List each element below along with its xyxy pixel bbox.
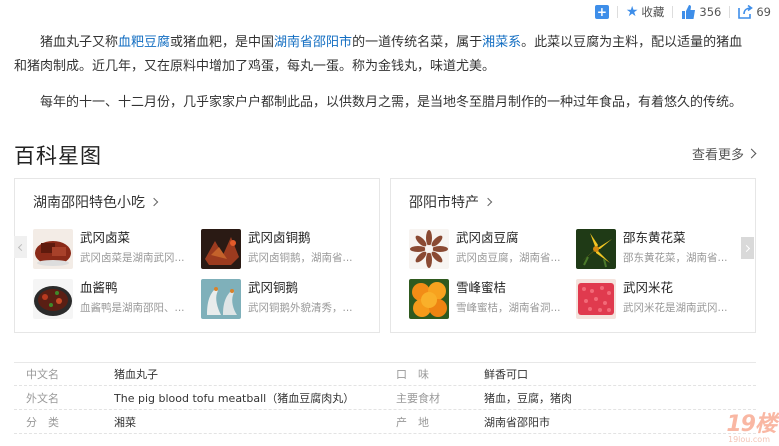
card-title: 血酱鸭 [80,280,118,295]
card-title: 雪峰蜜桔 [456,280,507,295]
chevron-right-icon [483,197,493,207]
text-segment: 猪血丸子又称 [40,35,119,50]
basic-info-table: 中文名 猪血丸子 口 味 鲜香可口 外文名 The pig blood tofu… [14,362,756,434]
food-thumbnail [576,279,616,319]
card-description: 武冈卤菜是湖南武冈... [80,252,185,264]
info-value: The pig blood tofu meatball（猪血豆腐肉丸） [114,391,355,405]
link-shaoyang[interactable]: 湖南省邵阳市 [274,35,352,50]
fruit-thumbnail [409,279,449,319]
card-description: 武冈米花是湖南武冈... [623,302,728,314]
chevron-right-icon [746,148,757,159]
card-description: 武冈铜鹅外貌清秀，... [248,302,353,314]
info-value: 猪血丸子 [114,368,158,381]
card-shaodong-huanghua[interactable]: 邵东黄花菜 邵东黄花菜，湖南省... [576,229,736,273]
star-map-panel-snacks: 湖南邵阳特色小吃 武冈卤菜 武冈卤菜是湖南武冈... 武冈卤铜鹅 武冈卤铜鹅，湖… [14,178,380,333]
info-key: 口 味 [396,368,429,381]
view-more-link[interactable]: 查看更多 [691,144,757,163]
card-xuefeng-miju[interactable]: 雪峰蜜桔 雪峰蜜桔，湖南省洞... [409,279,569,323]
card-wugang-luwei[interactable]: 武冈卤菜 武冈卤菜是湖南武冈... [33,229,193,273]
info-key: 外文名 [26,391,59,405]
share-count: 69 [756,5,771,19]
divider [729,6,731,18]
card-description: 邵东黄花菜，湖南省... [623,252,728,264]
info-value: 湘菜 [114,415,136,429]
food-thumbnail [201,229,241,269]
custom-paragraph: 每年的十一、十二月份，几乎家家户户都制此品，以供数月之需，是当地冬至腊月制作的一… [40,95,743,110]
card-wugang-tonge[interactable]: 武冈铜鹅 武冈铜鹅外貌清秀，... [201,279,361,323]
info-key: 产 地 [396,415,429,429]
card-wugang-lu-tonge[interactable]: 武冈卤铜鹅 武冈卤铜鹅，湖南省... [201,229,361,273]
star-map-panel-specialties: 邵阳市特产 武冈卤豆腐 武冈卤豆腐，湖南省... 邵东黄花菜 邵东黄花菜，湖南省… [390,178,756,333]
info-key: 分 类 [26,415,59,429]
info-value: 猪血，豆腐，猪肉 [484,391,572,405]
panel-title: 邵阳市特产 [409,195,479,211]
like-button[interactable]: 356 [681,5,721,19]
card-title: 武冈米花 [623,280,674,295]
link-xiang-cuisine[interactable]: 湘菜系 [482,35,521,50]
chevron-right-icon [742,244,751,252]
card-title: 武冈卤铜鹅 [248,230,311,245]
card-title: 邵东黄花菜 [623,230,686,245]
card-wugang-lu-doufu[interactable]: 武冈卤豆腐 武冈卤豆腐，湖南省... [409,229,569,273]
divider [616,6,618,18]
star-icon: ★ [625,4,639,20]
text-segment: 或猪血粑，是中国 [170,35,275,50]
panel-title-link[interactable]: 邵阳市特产 [409,192,493,212]
card-description: 武冈卤豆腐，湖南省... [456,252,561,264]
info-key: 中文名 [26,368,59,381]
carousel-next-button[interactable] [741,237,754,259]
watermark-logo: 19楼 19lou.com [684,406,777,444]
watermark-text: 19楼 [726,412,777,437]
section-title: 百科星图 [14,144,102,168]
panel-title-link[interactable]: 湖南邵阳特色小吃 [33,192,159,212]
like-count: 356 [699,5,722,19]
card-title: 武冈卤菜 [80,230,131,245]
view-more-label: 查看更多 [691,148,744,163]
card-title: 武冈卤豆腐 [456,230,519,245]
card-description: 武冈卤铜鹅，湖南省... [248,252,353,264]
chevron-left-icon [17,243,26,251]
info-row: 中文名 猪血丸子 口 味 鲜香可口 [14,362,756,386]
share-icon [738,5,754,19]
favorite-label: 收藏 [641,5,665,19]
link-xueba-doufu[interactable]: 血粑豆腐 [118,35,170,50]
info-row: 分 类 湘菜 产 地 湖南省邵阳市 [14,410,756,434]
card-xuejiang-ya[interactable]: 血酱鸭 血酱鸭是湖南邵阳、... [33,279,193,323]
animal-thumbnail [201,279,241,319]
divider [672,6,674,18]
article-toolbar: + ★ 收藏 356 69 [594,4,771,20]
add-button[interactable]: + [594,5,609,19]
thumbs-up-icon [681,5,696,19]
panel-title: 湖南邵阳特色小吃 [33,195,145,211]
intro-paragraph: 猪血丸子又称血粑豆腐或猪血粑，是中国湖南省邵阳市的一道传统名菜，属于湘菜系。此菜… [14,31,754,79]
share-button[interactable]: 69 [738,5,771,19]
plus-square-icon: + [594,5,609,19]
info-row: 外文名 The pig blood tofu meatball（猪血豆腐肉丸） … [14,386,756,410]
carousel-prev-button[interactable] [14,236,27,258]
food-thumbnail [33,279,73,319]
food-thumbnail [33,229,73,269]
info-value: 鲜香可口 [484,368,528,381]
favorite-button[interactable]: ★ 收藏 [626,4,665,20]
info-key: 主要食材 [396,391,440,405]
flower-thumbnail [576,229,616,269]
card-wugang-mihua[interactable]: 武冈米花 武冈米花是湖南武冈... [576,279,736,323]
card-description: 血酱鸭是湖南邵阳、... [80,302,185,314]
card-description: 雪峰蜜桔，湖南省洞... [456,302,561,314]
food-thumbnail [409,229,449,269]
watermark-domain: 19lou.com [728,435,770,444]
chevron-right-icon [149,197,159,207]
text-segment: 的一道传统名菜，属于 [352,35,483,50]
card-title: 武冈铜鹅 [248,280,299,295]
